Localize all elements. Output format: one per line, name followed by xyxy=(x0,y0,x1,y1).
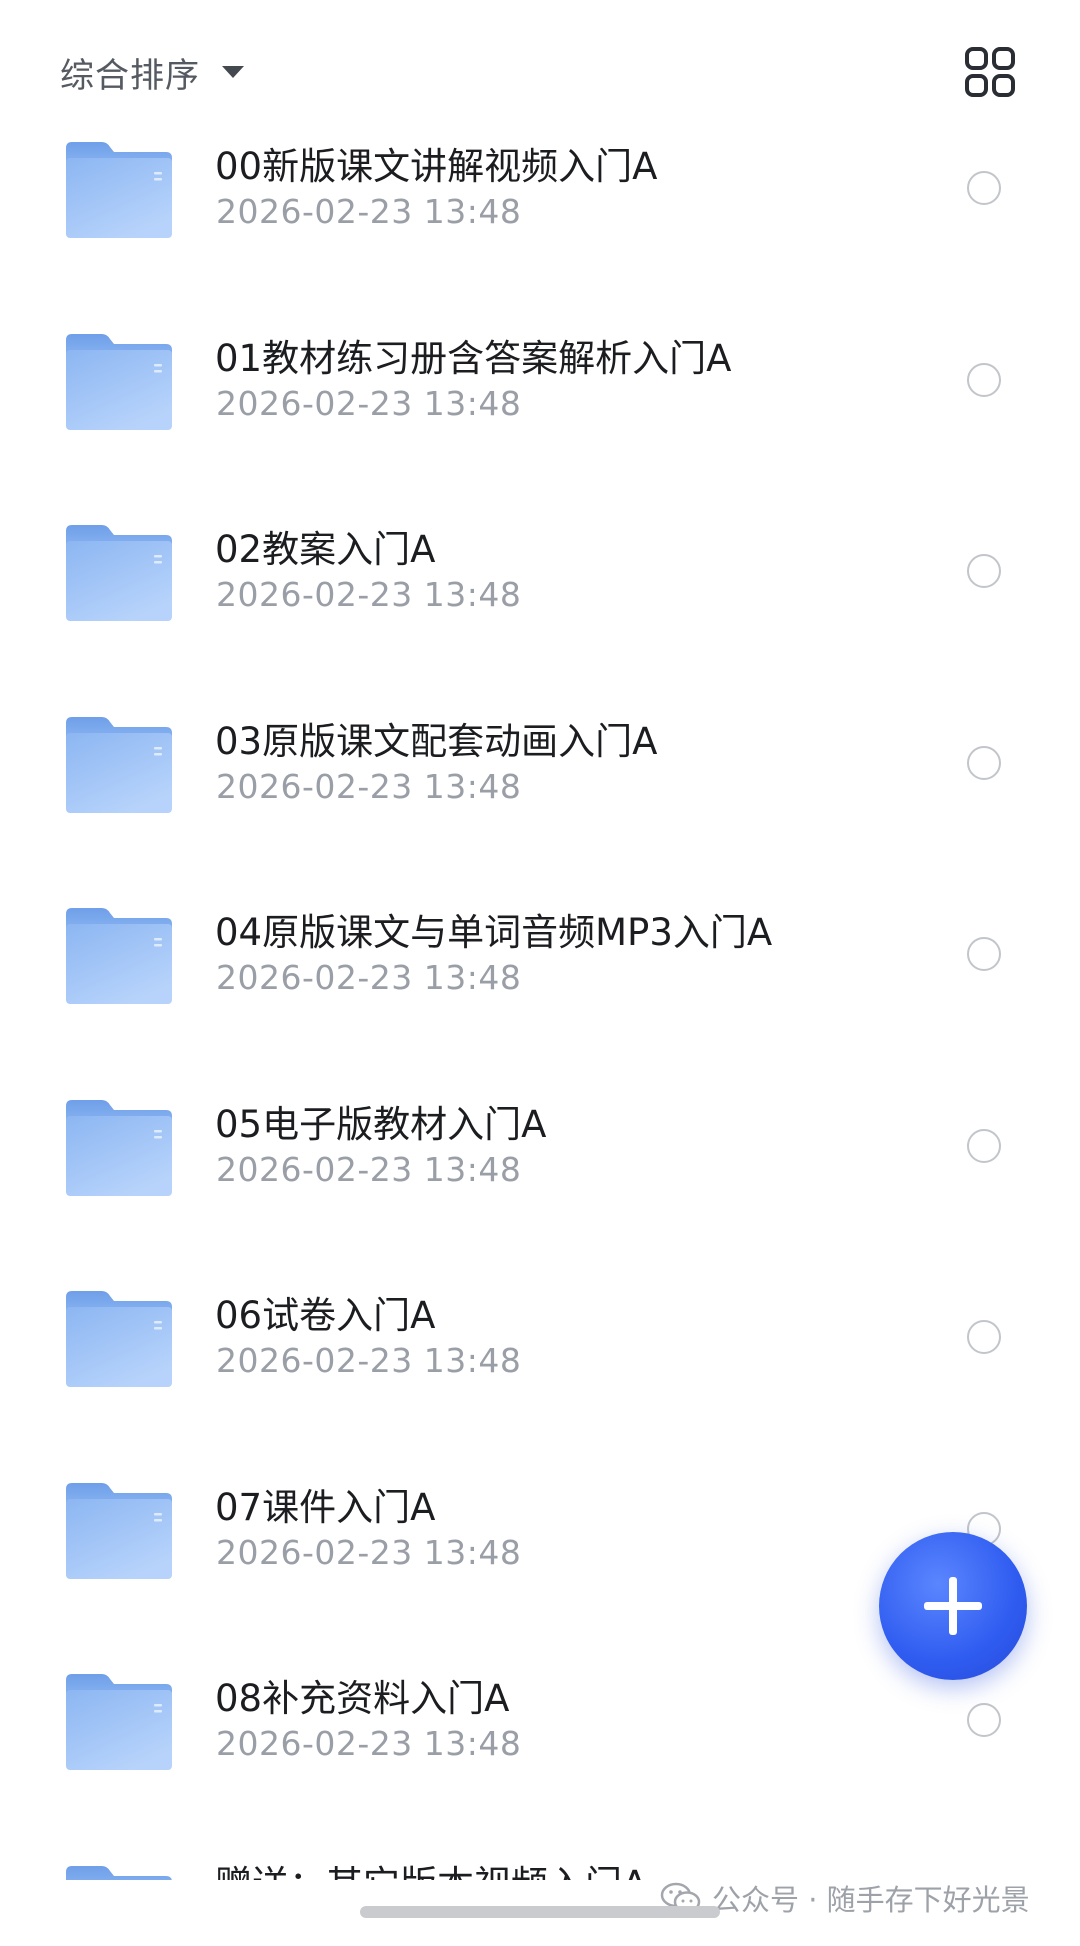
folder-icon xyxy=(66,1482,172,1579)
folder-icon xyxy=(66,1099,172,1196)
select-checkbox[interactable] xyxy=(967,171,1001,205)
file-name: 赠送：其它版本视频入门A xyxy=(215,1854,647,1881)
file-date: 2026-02-23 13:48 xyxy=(216,1532,522,1572)
file-date: 2026-02-23 13:48 xyxy=(216,575,522,614)
file-name: 07课件入门A xyxy=(215,1485,436,1529)
select-checkbox[interactable] xyxy=(967,745,1001,780)
file-row[interactable]: 02教案入门A 2026-02-23 13:48 xyxy=(0,483,1080,674)
file-name: 03原版课文配套动画入门A xyxy=(215,719,658,763)
file-row[interactable]: 01教材练习册含答案解析入门A 2026-02-23 13:48 xyxy=(0,292,1080,483)
file-name: 02教案入门A xyxy=(215,528,436,571)
folder-icon xyxy=(66,1674,172,1770)
folder-icon xyxy=(66,1865,172,1880)
select-checkbox[interactable] xyxy=(967,362,1001,397)
watermark-text: 公众号 · 随手存下好光景 xyxy=(712,1883,1030,1917)
folder-icon xyxy=(66,716,172,813)
caret-down-icon xyxy=(222,66,244,78)
file-row[interactable]: 06试卷入门A 2026-02-23 13:48 xyxy=(0,1249,1080,1440)
folder-icon xyxy=(66,908,172,1004)
folder-icon xyxy=(66,1291,172,1387)
file-name: 00新版课文讲解视频入门A xyxy=(215,145,658,188)
file-name: 06试卷入门A xyxy=(215,1294,436,1337)
folder-icon xyxy=(66,333,172,430)
grid-view-icon[interactable] xyxy=(964,46,1016,98)
home-indicator[interactable] xyxy=(360,1906,720,1918)
file-row[interactable]: 赠送：其它版本视频入门A xyxy=(0,1824,1080,1881)
file-row[interactable]: 05电子版教材入门A 2026-02-23 13:48 xyxy=(0,1058,1080,1249)
file-date: 2026-02-23 13:48 xyxy=(216,383,522,423)
file-name: 01教材练习册含答案解析入门A xyxy=(215,336,732,380)
add-button[interactable] xyxy=(879,1532,1027,1680)
file-date: 2026-02-23 13:48 xyxy=(216,958,522,997)
file-row[interactable]: 03原版课文配套动画入门A 2026-02-23 13:48 xyxy=(0,675,1080,866)
folder-icon xyxy=(66,525,172,621)
select-checkbox[interactable] xyxy=(967,1703,1001,1737)
file-name: 08补充资料入门A xyxy=(215,1677,510,1720)
file-date: 2026-02-23 13:48 xyxy=(216,766,522,806)
select-checkbox[interactable] xyxy=(967,1128,1001,1163)
select-checkbox[interactable] xyxy=(967,937,1001,971)
file-date: 2026-02-23 13:48 xyxy=(216,1341,522,1380)
folder-icon xyxy=(66,142,172,238)
plus-icon xyxy=(924,1577,982,1635)
file-date: 2026-02-23 13:48 xyxy=(216,1149,522,1189)
file-row[interactable]: 04原版课文与单词音频MP3入门A 2026-02-23 13:48 xyxy=(0,866,1080,1057)
file-name: 04原版课文与单词音频MP3入门A xyxy=(215,911,773,954)
file-name: 05电子版教材入门A xyxy=(215,1102,547,1146)
select-checkbox[interactable] xyxy=(967,1320,1001,1354)
file-row[interactable]: 00新版课文讲解视频入门A 2026-02-23 13:48 xyxy=(0,100,1080,291)
select-checkbox[interactable] xyxy=(967,554,1001,588)
sort-dropdown[interactable]: 综合排序 xyxy=(60,48,244,96)
file-date: 2026-02-23 13:48 xyxy=(216,192,522,231)
sort-label: 综合排序 xyxy=(60,55,200,96)
file-date: 2026-02-23 13:48 xyxy=(216,1724,522,1763)
file-list-screen: 综合排序 00新版课文讲解视频入门A 2026-02-23 13:48 01教材… xyxy=(0,0,1080,1946)
